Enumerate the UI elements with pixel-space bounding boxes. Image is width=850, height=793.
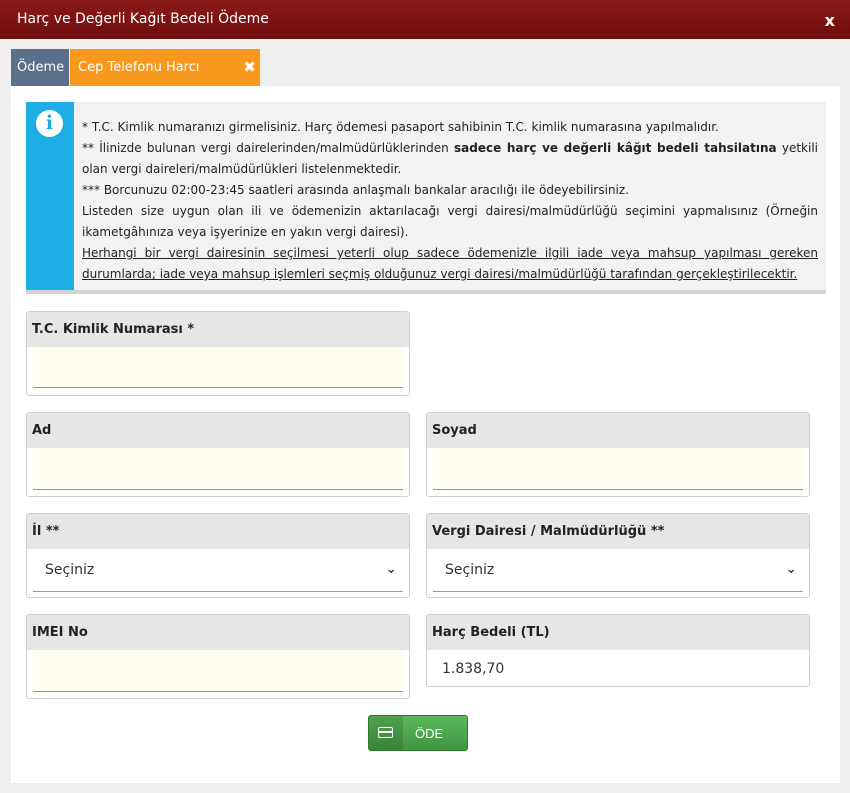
vergi-dairesi-select[interactable]: Seçiniz ⌄ bbox=[433, 549, 803, 592]
ad-input[interactable] bbox=[33, 448, 403, 490]
vergi-dairesi-selected-value: Seçiniz bbox=[445, 562, 495, 578]
soyad-label: Soyad bbox=[427, 413, 809, 448]
info-line-1: * T.C. Kimlik numaranızı girmelisiniz. H… bbox=[82, 120, 719, 134]
window-titlebar: Harç ve Değerli Kağıt Bedeli Ödeme x bbox=[0, 0, 850, 39]
soyad-input[interactable] bbox=[433, 448, 803, 490]
imei-field: IMEI No bbox=[26, 614, 410, 699]
ode-button-label: ÖDE bbox=[415, 726, 444, 741]
ad-label: Ad bbox=[27, 413, 409, 448]
info-box: i * T.C. Kimlik numaranızı girmelisiniz.… bbox=[26, 102, 826, 294]
soyad-field: Soyad bbox=[426, 412, 810, 497]
close-icon[interactable]: x bbox=[825, 11, 835, 30]
info-line-4: Listeden size uygun olan ili ve ödemeniz… bbox=[82, 204, 818, 239]
info-icon: i bbox=[36, 110, 63, 137]
vergi-dairesi-field: Vergi Dairesi / Malmüdürlüğü ** Seçiniz … bbox=[426, 513, 810, 598]
window-title: Harç ve Değerli Kağıt Bedeli Ödeme bbox=[17, 11, 269, 27]
form-panel: i * T.C. Kimlik numaranızı girmelisiniz.… bbox=[11, 86, 840, 783]
credit-card-icon bbox=[378, 727, 393, 738]
ad-field: Ad bbox=[26, 412, 410, 497]
il-field: İl ** Seçiniz ⌄ bbox=[26, 513, 410, 598]
il-select[interactable]: Seçiniz ⌄ bbox=[33, 549, 403, 592]
tab-bar: Ödeme Cep Telefonu Harcı Ödeme ✖ bbox=[11, 49, 260, 112]
imei-input[interactable] bbox=[33, 650, 403, 692]
harc-bedeli-value: 1.838,70 bbox=[442, 661, 505, 677]
il-label: İl ** bbox=[27, 514, 409, 549]
button-icon-box bbox=[369, 716, 403, 750]
tckn-label: T.C. Kimlik Numarası * bbox=[27, 312, 409, 347]
chevron-down-icon: ⌄ bbox=[385, 561, 397, 577]
tab-label: Ödeme bbox=[17, 60, 65, 75]
tab-close-icon[interactable]: ✖ bbox=[243, 49, 256, 86]
harc-bedeli-field: Harç Bedeli (TL) 1.838,70 bbox=[426, 614, 810, 687]
tab-cep-telefonu-harci[interactable]: Cep Telefonu Harcı Ödeme ✖ bbox=[70, 49, 260, 112]
info-sidebar: i bbox=[26, 102, 74, 290]
vergi-dairesi-label: Vergi Dairesi / Malmüdürlüğü ** bbox=[427, 514, 809, 549]
tab-odeme[interactable]: Ödeme bbox=[11, 49, 69, 86]
harc-bedeli-label: Harç Bedeli (TL) bbox=[427, 615, 809, 650]
tckn-input[interactable] bbox=[33, 347, 403, 388]
il-selected-value: Seçiniz bbox=[45, 562, 95, 578]
chevron-down-icon: ⌄ bbox=[785, 561, 797, 577]
info-line-2: ** İlinizde bulunan vergi dairelerinden/… bbox=[82, 141, 818, 176]
ode-button[interactable]: ÖDE bbox=[368, 715, 468, 751]
info-text: * T.C. Kimlik numaranızı girmelisiniz. H… bbox=[82, 117, 818, 285]
info-bold-text: sadece harç ve değerli kâğıt bedeli tahs… bbox=[454, 141, 777, 155]
imei-label: IMEI No bbox=[27, 615, 409, 650]
info-line-3: *** Borcunuzu 02:00-23:45 saatleri arası… bbox=[82, 183, 629, 197]
tckn-field: T.C. Kimlik Numarası * bbox=[26, 311, 410, 396]
info-line-5: Herhangi bir vergi dairesinin seçilmesi … bbox=[82, 246, 818, 281]
